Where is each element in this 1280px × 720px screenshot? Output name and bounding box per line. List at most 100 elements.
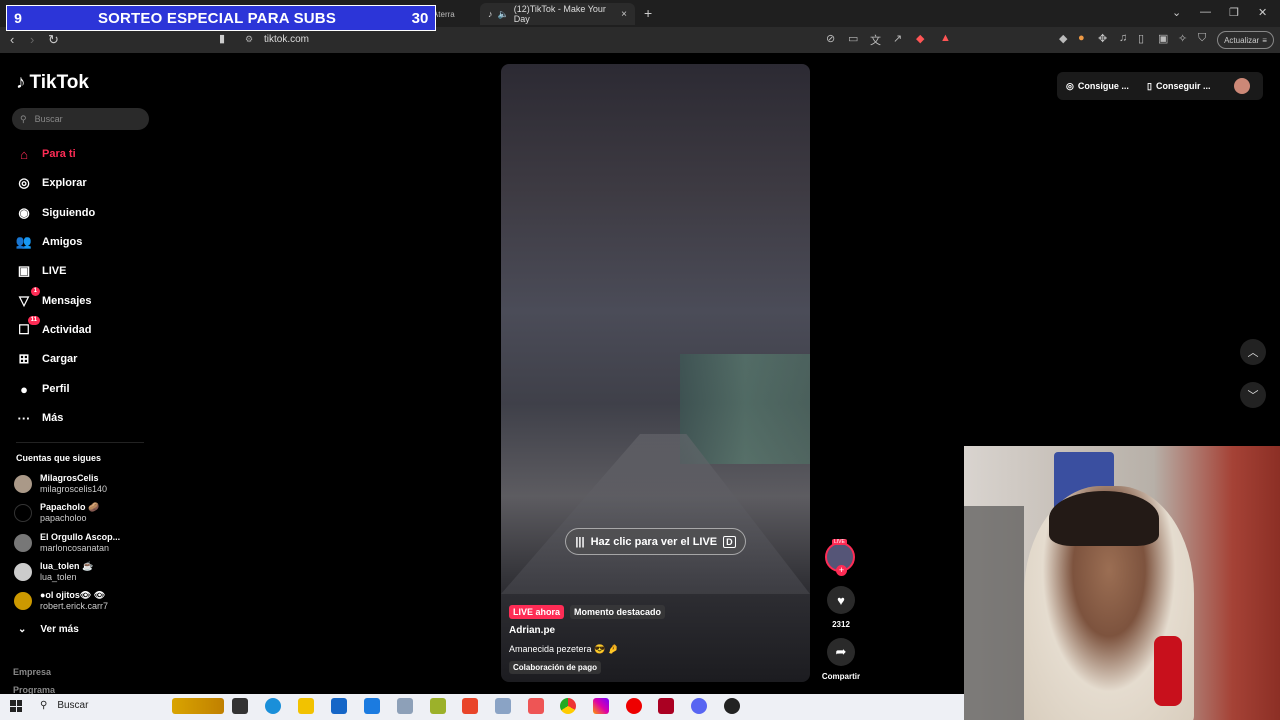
back-icon[interactable]: ‹ bbox=[10, 32, 14, 47]
tiktok-favicon-icon: ♪ bbox=[488, 9, 493, 19]
update-label: Actualizar bbox=[1224, 35, 1260, 45]
heart-icon: ♥ bbox=[837, 592, 845, 608]
active-tab[interactable]: ♪ 🔈 (12)TikTok - Make Your Day × bbox=[480, 3, 635, 25]
nav-explore[interactable]: ◎ Explorar bbox=[16, 175, 86, 191]
phone-icon: ▯ bbox=[1147, 80, 1152, 91]
translate-icon[interactable]: 文 bbox=[870, 32, 881, 48]
vpn-icon[interactable]: ⛉ bbox=[1198, 32, 1206, 45]
nav-more[interactable]: ··· Más bbox=[16, 410, 64, 426]
new-tab-button[interactable]: + bbox=[644, 5, 652, 21]
previous-video-button[interactable]: ︿ bbox=[1240, 339, 1266, 365]
taskbar-search[interactable]: ⚲ Buscar bbox=[40, 700, 88, 711]
windows-taskbar bbox=[0, 694, 964, 720]
url-field[interactable]: tiktok.com bbox=[264, 34, 309, 45]
live-badge: LIVE bbox=[832, 539, 847, 545]
restore-icon[interactable]: ❐ bbox=[1229, 6, 1239, 19]
app-icon[interactable] bbox=[528, 698, 544, 714]
instagram-icon[interactable] bbox=[593, 698, 609, 714]
taskbar-widget-icon[interactable] bbox=[172, 698, 224, 714]
brave-icon[interactable] bbox=[462, 698, 478, 714]
avatar bbox=[14, 534, 32, 552]
extension-1-icon[interactable]: ◆ bbox=[1059, 32, 1067, 45]
nav-label: Actividad bbox=[42, 324, 92, 336]
leo-ai-icon[interactable]: ✧ bbox=[1178, 32, 1187, 45]
compass-icon: ◎ bbox=[18, 175, 30, 190]
follow-plus-icon[interactable]: + bbox=[836, 565, 847, 576]
chevron-down-icon: ⌄ bbox=[18, 624, 27, 635]
get-app-button[interactable]: ▯ Conseguir ... bbox=[1147, 75, 1210, 97]
close-window-icon[interactable]: ✕ bbox=[1258, 6, 1267, 19]
youtube-icon[interactable] bbox=[626, 698, 642, 714]
sidebar-toggle-icon[interactable]: ▯ bbox=[1138, 32, 1144, 45]
audio-icon[interactable]: 🔈 bbox=[498, 9, 509, 20]
friends-icon: 👥 bbox=[15, 234, 33, 249]
app-icon[interactable] bbox=[495, 698, 511, 714]
app-icon[interactable] bbox=[430, 698, 446, 714]
nav-messages[interactable]: ▽ 1 Mensajes bbox=[16, 287, 92, 309]
bookmark-icon[interactable]: ▮ bbox=[219, 32, 225, 45]
followed-account[interactable]: ●ol ojitos👁 👁 robert.erick.carr7 bbox=[14, 590, 108, 612]
nav-friends[interactable]: 👥 Amigos bbox=[16, 234, 82, 250]
media-icon[interactable]: ♫ bbox=[1119, 32, 1127, 44]
no-video-icon[interactable]: ⊘ bbox=[826, 32, 835, 45]
forward-icon[interactable]: › bbox=[30, 32, 34, 47]
followed-account[interactable]: El Orgullo Ascop... marloncosanatan bbox=[14, 532, 120, 554]
nav-following[interactable]: ◉ Siguiendo bbox=[16, 205, 95, 221]
followed-account[interactable]: MilagrosCelis milagroscelis140 bbox=[14, 473, 107, 495]
file-explorer-icon[interactable] bbox=[298, 698, 314, 714]
chevron-up-icon: ︿ bbox=[1247, 347, 1259, 359]
share-page-icon[interactable]: ↗ bbox=[893, 32, 902, 45]
tiktok-logo[interactable]: ♪ TikTok bbox=[16, 72, 89, 94]
reload-icon[interactable]: ↻ bbox=[48, 32, 59, 48]
app-icon[interactable] bbox=[658, 698, 674, 714]
followed-account[interactable]: Papacholo 🥔 papacholoo bbox=[14, 502, 99, 524]
creator-live-avatar[interactable]: LIVE + bbox=[825, 539, 855, 576]
like-button[interactable]: ♥ bbox=[827, 586, 855, 614]
footer-link-company[interactable]: Empresa bbox=[13, 667, 51, 677]
app-icon[interactable] bbox=[397, 698, 413, 714]
chrome-icon[interactable] bbox=[560, 698, 576, 714]
next-video-button[interactable]: ﹀ bbox=[1240, 382, 1266, 408]
close-tab-icon[interactable]: × bbox=[621, 9, 627, 20]
see-more-button[interactable]: ⌄ Ver más bbox=[18, 624, 79, 635]
nav-for-you[interactable]: ⌂ Para ti bbox=[16, 146, 76, 162]
site-info-icon[interactable]: ⚙ bbox=[245, 34, 253, 45]
video-author[interactable]: Adrian.pe bbox=[509, 625, 665, 636]
extension-2-icon[interactable]: ● bbox=[1078, 32, 1085, 44]
avatar bbox=[14, 475, 32, 493]
tab-list-icon[interactable]: ⌄ bbox=[1172, 6, 1181, 19]
user-avatar[interactable] bbox=[1234, 78, 1250, 94]
nav-activity[interactable]: ☐ 11 Actividad bbox=[16, 316, 92, 338]
brave-shield-icon[interactable]: ◆ bbox=[916, 32, 924, 45]
search-input[interactable]: ⚲ Buscar bbox=[12, 108, 149, 130]
live-now-tag[interactable]: LIVE ahora bbox=[509, 605, 565, 619]
update-button[interactable]: Actualizar ≡ bbox=[1217, 31, 1274, 49]
get-coins-button[interactable]: ◎ Consigue ... bbox=[1066, 75, 1129, 97]
brand-name: TikTok bbox=[29, 72, 89, 93]
nav-label: Mensajes bbox=[42, 295, 92, 307]
nav-upload[interactable]: ⊞ Cargar bbox=[16, 351, 78, 367]
discord-icon[interactable] bbox=[691, 698, 707, 714]
share-button[interactable]: ➦ bbox=[827, 638, 855, 666]
edge-icon[interactable] bbox=[265, 698, 281, 714]
nav-live[interactable]: ▣ LIVE bbox=[16, 263, 67, 279]
brave-rewards-icon[interactable]: ▲ bbox=[940, 32, 951, 44]
store-icon[interactable] bbox=[331, 698, 347, 714]
windows-start-icon[interactable] bbox=[10, 700, 22, 712]
account-name: Papacholo 🥔 bbox=[40, 502, 100, 512]
task-view-icon[interactable] bbox=[232, 698, 248, 714]
followed-account[interactable]: lua_tolen ☕ lua_tolen bbox=[14, 561, 93, 583]
app-icon[interactable] bbox=[724, 698, 740, 714]
avatar bbox=[14, 563, 32, 581]
live-icon: ▣ bbox=[17, 263, 31, 278]
watch-live-button[interactable]: ||| Haz clic para ver el LIVE D bbox=[565, 528, 746, 555]
minimize-icon[interactable]: — bbox=[1200, 6, 1211, 18]
mail-icon[interactable] bbox=[364, 698, 380, 714]
video-player[interactable] bbox=[501, 64, 810, 682]
chevron-down-icon: ﹀ bbox=[1247, 390, 1259, 402]
nav-profile[interactable]: ● Perfil bbox=[16, 381, 69, 397]
wallet-icon[interactable]: ▣ bbox=[1158, 32, 1168, 45]
extensions-icon[interactable]: ✥ bbox=[1098, 32, 1107, 45]
cast-icon[interactable]: ▭ bbox=[848, 32, 858, 45]
overlay-text: SORTEO ESPECIAL PARA SUBS bbox=[97, 9, 337, 27]
